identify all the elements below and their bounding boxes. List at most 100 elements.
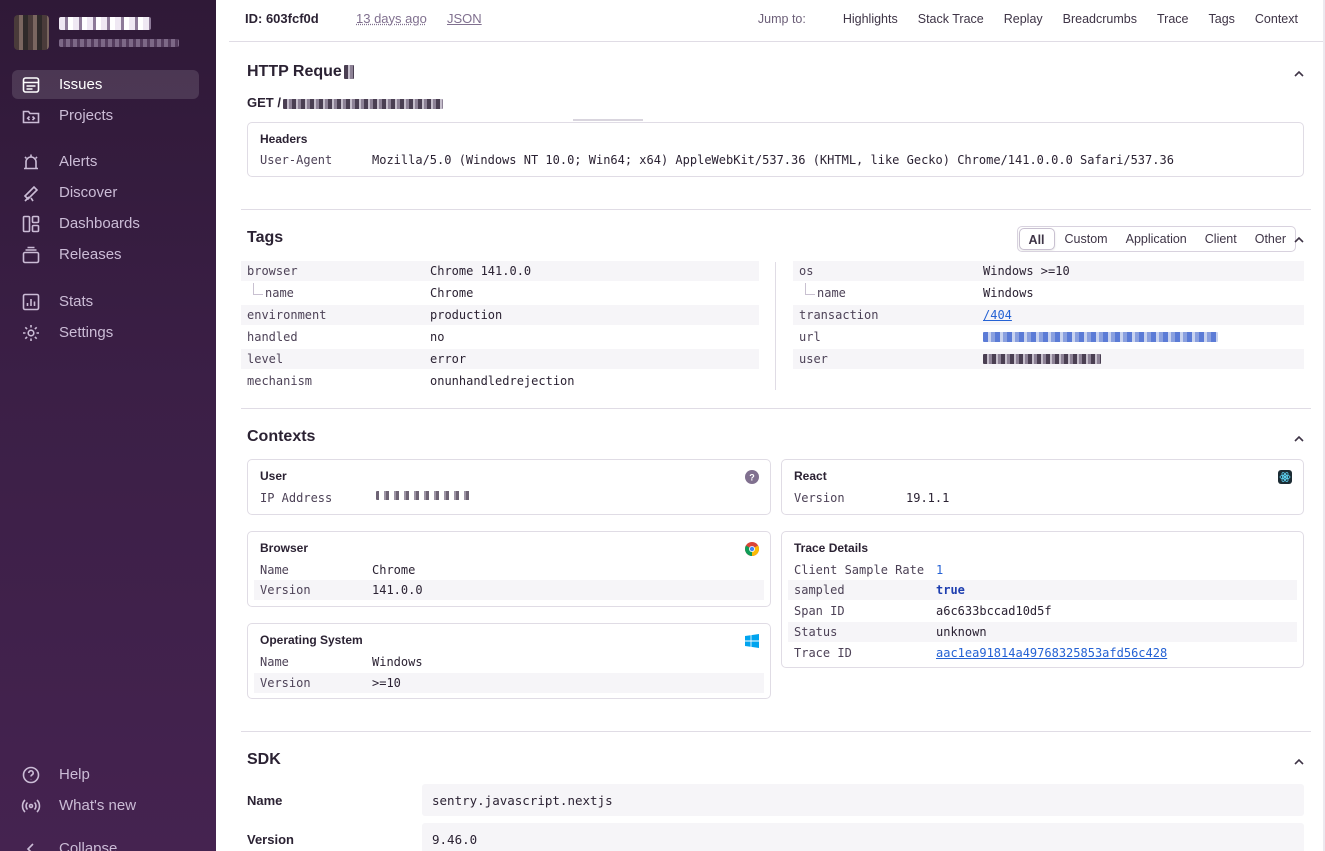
sdk-version-label: Version [247,832,294,847]
tag-row[interactable]: mechanism onunhandledrejection [241,371,759,391]
json-link[interactable]: JSON [447,11,482,26]
tag-row[interactable]: level error [241,349,759,369]
jump-breadcrumbs[interactable]: Breadcrumbs [1063,12,1137,26]
event-id: ID: 603fcf0d [245,11,319,26]
context-key: IP Address [260,491,332,505]
context-value: true [936,583,965,597]
tags-filter-client[interactable]: Client [1196,227,1246,251]
context-key: Name [260,655,289,669]
tags-filter-application[interactable]: Application [1117,227,1196,251]
tag-row[interactable]: environment production [241,305,759,325]
chrome-icon [745,542,759,556]
context-key: Status [794,625,837,639]
stats-icon [21,292,41,312]
jump-replay[interactable]: Replay [1004,12,1043,26]
context-row: Name Chrome [254,560,764,580]
context-key: Version [260,583,311,597]
ip-address-redacted [376,491,470,500]
resize-handle[interactable] [573,119,643,121]
tag-value-link[interactable]: /404 [983,308,1012,322]
sdk-version-value: 9.46.0 [422,823,1304,851]
org-avatar [14,15,49,50]
context-key: Version [260,676,311,690]
sidebar-item-help[interactable]: Help [12,760,199,789]
context-key: Client Sample Rate [794,563,924,577]
tag-row[interactable]: name Chrome [241,283,759,303]
org-switcher[interactable] [14,15,179,50]
sidebar-item-label: Discover [59,184,117,201]
sidebar-item-alerts[interactable]: Alerts [12,147,199,176]
context-value: 141.0.0 [372,583,423,597]
jump-highlights[interactable]: Highlights [843,12,898,26]
tag-row[interactable]: transaction /404 [793,305,1304,325]
event-time-ago[interactable]: 13 days ago [356,11,427,26]
sidebar-item-label: Settings [59,324,113,341]
tags-filter-custom[interactable]: Custom [1056,227,1117,251]
sdk-name-label: Name [247,793,282,808]
headers-card: Headers User-Agent Mozilla/5.0 (Windows … [247,122,1304,177]
sidebar-item-discover[interactable]: Discover [12,178,199,207]
tags-filter-other[interactable]: Other [1246,227,1295,251]
section-divider [241,209,1311,210]
tag-key: user [799,352,828,366]
http-section-title: HTTP Reque [247,63,354,81]
sdk-collapse-chevron-icon[interactable] [1293,755,1305,767]
tag-key: mechanism [247,374,312,388]
jump-tags[interactable]: Tags [1209,12,1235,26]
help-icon [21,765,41,785]
context-key: Span ID [794,604,845,618]
tag-row[interactable]: user [793,349,1304,369]
react-icon [1278,470,1292,484]
tags-collapse-chevron-icon[interactable] [1293,233,1305,245]
tag-key: level [247,352,283,366]
headers-title: Headers [260,132,307,146]
sdk-section-title: SDK [247,751,281,769]
tag-row[interactable]: browser Chrome 141.0.0 [241,261,759,281]
unknown-context-icon: ? [745,470,759,484]
context-row: Trace ID aac1ea91814a49768325853afd56c42… [788,643,1297,663]
collapse-icon [21,839,41,851]
sidebar-item-projects[interactable]: Projects [12,101,199,130]
http-request-line: GET / [247,95,443,110]
http-method: GET / [247,95,281,110]
context-card-title: Trace Details [794,541,868,555]
contexts-collapse-chevron-icon[interactable] [1293,432,1305,444]
sidebar-item-releases[interactable]: Releases [12,240,199,269]
trace-id-link[interactable]: aac1ea91814a49768325853afd56c428 [936,646,1167,660]
header-key: User-Agent [260,153,332,167]
settings-icon [21,323,41,343]
svg-text:?: ? [749,473,755,483]
sidebar-item-label: What's new [59,797,136,814]
sidebar-item-issues[interactable]: Issues [12,70,199,99]
jump-context[interactable]: Context [1255,12,1298,26]
tag-value: no [430,330,444,344]
tags-filter-all[interactable]: All [1019,228,1055,250]
http-collapse-chevron-icon[interactable] [1293,67,1305,79]
tag-row[interactable]: os Windows >=10 [793,261,1304,281]
sidebar-item-collapse[interactable]: Collapse [12,834,199,851]
releases-icon [21,245,41,265]
sidebar-item-settings[interactable]: Settings [12,318,199,347]
context-value: unknown [936,625,987,639]
sidebar-item-whats-new[interactable]: What's new [12,791,199,820]
tag-row[interactable]: name Windows [793,283,1304,303]
context-row: Version 141.0.0 [254,580,764,600]
tag-row[interactable]: handled no [241,327,759,347]
context-card-react: React Version 19.1.1 [781,459,1304,515]
sidebar-item-dashboards[interactable]: Dashboards [12,209,199,238]
context-card-title: React [794,469,827,483]
context-key: Version [794,491,845,505]
tree-branch [805,283,815,295]
sdk-name-value: sentry.javascript.nextjs [422,784,1304,816]
tag-row[interactable]: url [793,327,1304,347]
jump-stack-trace[interactable]: Stack Trace [918,12,984,26]
url-value-redacted[interactable] [983,332,1218,342]
windows-icon [745,634,759,648]
jump-trace[interactable]: Trace [1157,12,1189,26]
sidebar-item-stats[interactable]: Stats [12,287,199,316]
tag-value: Windows >=10 [983,264,1070,278]
sidebar-item-label: Issues [59,76,102,93]
title-redacted [344,65,354,79]
context-card-browser: Browser Name Chrome Version 141.0.0 [247,531,771,607]
tag-key: url [799,330,821,344]
